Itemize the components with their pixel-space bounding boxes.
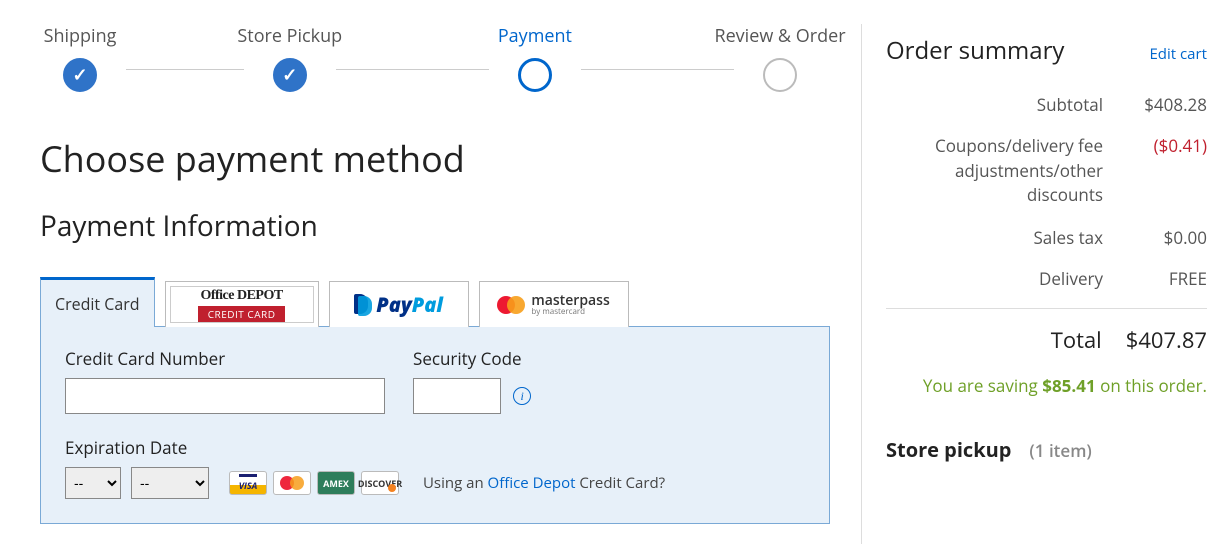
- expiration-label: Expiration Date: [65, 436, 805, 459]
- mastercard-icon: [273, 471, 311, 495]
- mastercard-circles-icon: [497, 296, 525, 314]
- field-security-code: Security Code i: [413, 347, 531, 414]
- page-title: Choose payment method: [40, 134, 830, 183]
- office-depot-logo: Office DEPOT CREDIT CARD: [170, 286, 314, 323]
- summary-divider: [886, 308, 1207, 309]
- store-pickup-count: (1 item): [1029, 439, 1091, 462]
- edit-cart-link[interactable]: Edit cart: [1149, 44, 1207, 64]
- step-circle: ✓: [273, 58, 307, 92]
- delivery-label: Delivery: [886, 267, 1127, 290]
- tax-value: $0.00: [1127, 226, 1207, 249]
- tab-office-depot-card[interactable]: Office DEPOT CREDIT CARD: [165, 281, 319, 327]
- tab-label: Credit Card: [55, 293, 140, 315]
- check-icon: ✓: [282, 63, 297, 87]
- main-column: Shipping ✓ Store Pickup ✓ Payment Review…: [40, 24, 830, 524]
- step-circle: [763, 58, 797, 92]
- visa-icon: VISA: [229, 471, 267, 495]
- summary-row-tax: Sales tax $0.00: [886, 226, 1207, 249]
- using-od-card-prompt: Using an Office Depot Credit Card?: [423, 473, 665, 493]
- step-store-pickup[interactable]: Store Pickup ✓: [240, 24, 340, 92]
- discount-value: ($0.41): [1127, 134, 1207, 157]
- check-icon: ✓: [72, 63, 87, 87]
- field-cc-number: Credit Card Number: [65, 347, 385, 414]
- security-code-label: Security Code: [413, 347, 531, 370]
- step-circle: [518, 58, 552, 92]
- step-label: Shipping: [44, 24, 117, 48]
- tab-credit-card[interactable]: Credit Card: [40, 277, 155, 327]
- summary-row-total: Total $407.87: [886, 325, 1207, 355]
- subtotal-value: $408.28: [1127, 93, 1207, 116]
- paypal-p-icon: [354, 294, 372, 316]
- paypal-logo: PayPal: [354, 291, 443, 318]
- security-code-input[interactable]: [413, 378, 501, 414]
- step-label: Store Pickup: [237, 24, 342, 48]
- expiration-year-select[interactable]: --: [131, 467, 209, 499]
- order-summary-title: Order summary: [886, 34, 1064, 67]
- summary-row-subtotal: Subtotal $408.28: [886, 93, 1207, 116]
- step-label: Payment: [498, 24, 572, 48]
- total-value: $407.87: [1126, 325, 1207, 355]
- masterpass-logo: masterpass by mastercard: [497, 294, 609, 316]
- cc-number-input[interactable]: [65, 378, 385, 414]
- credit-card-panel: Credit Card Number Security Code i Expir…: [40, 326, 830, 524]
- discount-label: Coupons/delivery fee adjustments/other d…: [886, 134, 1127, 208]
- discover-icon: DISCOVER: [361, 471, 399, 495]
- masterpass-text: masterpass by mastercard: [531, 294, 609, 316]
- savings-amount: $85.41: [1042, 374, 1095, 397]
- tab-masterpass[interactable]: masterpass by mastercard: [479, 281, 629, 327]
- accepted-cards: VISA AMEX DISCOVER: [229, 471, 399, 495]
- office-depot-card-link[interactable]: Office Depot: [488, 473, 576, 493]
- tab-paypal[interactable]: PayPal: [329, 281, 469, 327]
- field-expiration: Expiration Date -- -- VISA AMEX DISCOVER…: [65, 436, 805, 499]
- section-title: Payment Information: [40, 207, 830, 245]
- store-pickup-section: Store pickup (1 item): [886, 436, 1207, 463]
- order-summary-sidebar: Order summary Edit cart Subtotal $408.28…: [861, 24, 1211, 544]
- step-review-order: Review & Order: [730, 24, 830, 92]
- paypal-text: PayPal: [376, 291, 443, 318]
- od-logo-line1: Office DEPOT: [200, 288, 282, 304]
- step-payment[interactable]: Payment: [485, 24, 585, 92]
- tax-label: Sales tax: [886, 226, 1127, 249]
- amex-icon: AMEX: [317, 471, 355, 495]
- step-shipping[interactable]: Shipping ✓: [30, 24, 130, 92]
- savings-message: You are saving $85.41 on this order.: [886, 373, 1207, 399]
- expiration-month-select[interactable]: --: [65, 467, 121, 499]
- summary-row-discounts: Coupons/delivery fee adjustments/other d…: [886, 134, 1207, 208]
- delivery-value: FREE: [1127, 267, 1207, 290]
- step-connector: [126, 69, 244, 70]
- cc-number-label: Credit Card Number: [65, 347, 385, 370]
- info-icon[interactable]: i: [513, 387, 531, 405]
- step-connector: [336, 69, 489, 70]
- od-logo-line2: CREDIT CARD: [198, 306, 286, 322]
- step-label: Review & Order: [714, 24, 845, 48]
- summary-row-delivery: Delivery FREE: [886, 267, 1207, 290]
- payment-tabs: Credit Card Office DEPOT CREDIT CARD Pay…: [40, 277, 830, 327]
- store-pickup-label: Store pickup: [886, 436, 1011, 463]
- subtotal-label: Subtotal: [886, 93, 1127, 116]
- step-connector: [581, 69, 734, 70]
- checkout-stepper: Shipping ✓ Store Pickup ✓ Payment Review…: [40, 24, 830, 104]
- total-label: Total: [886, 325, 1126, 355]
- step-circle: ✓: [63, 58, 97, 92]
